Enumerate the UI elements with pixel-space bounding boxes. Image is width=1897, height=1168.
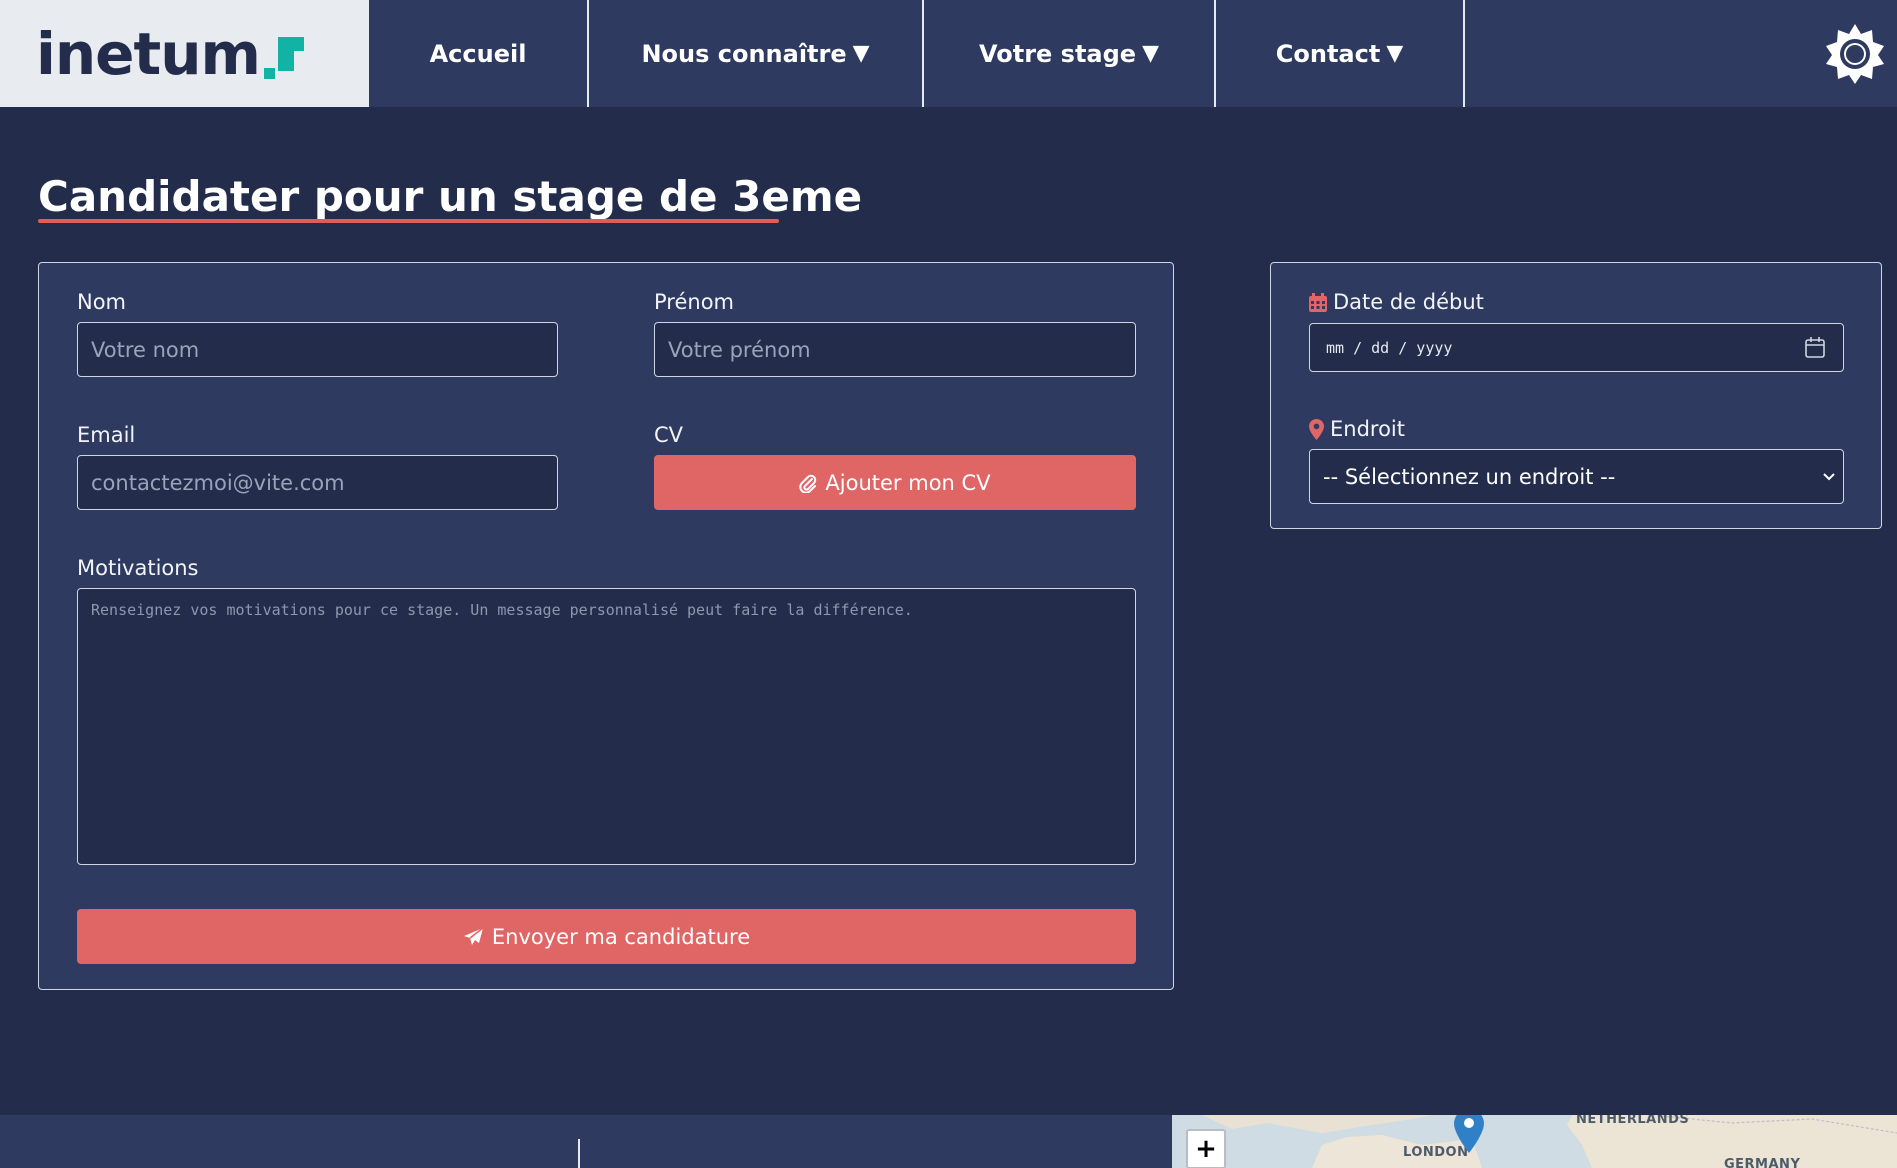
email-input[interactable]: contactezmoi@vite.com xyxy=(77,455,558,510)
dropdown-arrow-icon: ▼ xyxy=(1386,41,1404,66)
title-underline xyxy=(38,219,779,223)
nav-item-label: Votre stage xyxy=(978,39,1137,68)
map-label-netherlands: NETHERLANDS xyxy=(1576,1115,1690,1127)
page-title: Candidater pour un stage de 3eme xyxy=(38,172,863,221)
paperclip-icon xyxy=(799,474,817,493)
map-pin-icon[interactable] xyxy=(1454,1115,1484,1153)
application-form: Nom Votre nom Prénom Votre prénom Email … xyxy=(38,262,1174,990)
location-label-row: Endroit xyxy=(1309,417,1405,441)
date-placeholder: mm / dd / yyyy xyxy=(1326,338,1453,357)
location-select[interactable]: -- Sélectionnez un endroit -- xyxy=(1309,449,1844,504)
date-label-row: Date de début xyxy=(1309,290,1484,314)
footer-divider xyxy=(578,1139,580,1168)
nom-label: Nom xyxy=(77,290,127,314)
date-label: Date de début xyxy=(1333,290,1484,314)
nav-item-votre-stage[interactable]: Votre stage ▼ xyxy=(924,0,1216,107)
logo[interactable]: inetum xyxy=(0,0,369,107)
nom-input[interactable]: Votre nom xyxy=(77,322,558,377)
prenom-label: Prénom xyxy=(654,290,735,314)
nav-item-nous-connaitre[interactable]: Nous connaître ▼ xyxy=(589,0,924,107)
top-navbar: inetum Accueil Nous connaître ▼ Votre st… xyxy=(0,0,1897,107)
logo-text: inetum xyxy=(36,19,261,88)
add-cv-button[interactable]: Ajouter mon CV xyxy=(654,455,1136,510)
calendar-picker-icon[interactable] xyxy=(1805,337,1825,358)
add-cv-label: Ajouter mon CV xyxy=(825,470,991,495)
map-zoom-in-button[interactable]: + xyxy=(1186,1129,1226,1168)
dropdown-arrow-icon: ▼ xyxy=(1142,41,1160,66)
nav-item-label: Contact xyxy=(1275,39,1381,68)
nav-item-contact[interactable]: Contact ▼ xyxy=(1216,0,1465,107)
location-selected-value: -- Sélectionnez un endroit -- xyxy=(1323,464,1616,489)
email-label: Email xyxy=(77,423,136,447)
nav-item-label: Accueil xyxy=(429,39,527,68)
prenom-input[interactable]: Votre prénom xyxy=(654,322,1136,377)
logo-mark-icon xyxy=(263,36,304,79)
nav-item-accueil[interactable]: Accueil xyxy=(369,0,589,107)
footer xyxy=(0,1115,1172,1168)
cv-label: CV xyxy=(654,423,684,447)
submit-label: Envoyer ma candidature xyxy=(491,924,751,949)
submit-application-button[interactable]: Envoyer ma candidature xyxy=(77,909,1136,964)
motivations-label: Motivations xyxy=(77,556,199,580)
calendar-icon xyxy=(1309,292,1327,312)
start-date-input[interactable]: mm / dd / yyyy xyxy=(1309,323,1844,372)
location-map[interactable]: + NETHERLANDS LONDON GERMANY xyxy=(1172,1115,1897,1168)
nav-item-label: Nous connaître xyxy=(641,39,847,68)
chevron-down-icon xyxy=(1823,473,1835,481)
stage-options-panel: Date de début mm / dd / yyyy Endroit -- … xyxy=(1270,262,1882,529)
location-label: Endroit xyxy=(1330,417,1405,441)
theme-toggle-button[interactable] xyxy=(1823,22,1887,86)
map-marker-icon xyxy=(1309,418,1324,440)
sun-icon xyxy=(1826,24,1884,84)
map-label-germany: GERMANY xyxy=(1724,1157,1801,1168)
motivations-textarea[interactable]: Renseignez vos motivations pour ce stage… xyxy=(77,588,1136,865)
paper-plane-icon xyxy=(463,926,484,945)
dropdown-arrow-icon: ▼ xyxy=(852,41,870,66)
